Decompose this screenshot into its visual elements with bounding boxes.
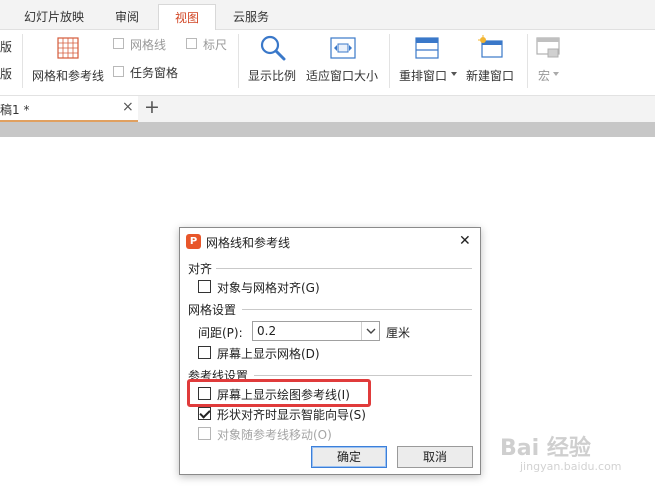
- magnifier-icon: [260, 35, 286, 61]
- ribbon-divider: [389, 34, 390, 88]
- fit-window-label: 适应窗口大小: [306, 69, 379, 83]
- spacing-label: 间距(P):: [198, 326, 243, 340]
- caret-down-icon: [553, 72, 559, 76]
- task-pane-label: 任务窗格: [130, 66, 179, 80]
- caret-down-icon: [451, 72, 457, 76]
- dialog-title: 网格线和参考线: [206, 236, 291, 250]
- gridlines-label: 网格线: [130, 38, 167, 52]
- tab-slideshow[interactable]: 幻灯片放映: [10, 4, 98, 30]
- tab-cloud[interactable]: 云服务: [222, 4, 280, 30]
- menu-tab-bar: 幻灯片放映 审阅 视图 云服务: [0, 0, 655, 30]
- snap-to-grid-label: 对象与网格对齐(G): [217, 281, 320, 295]
- snap-to-grid-checkbox[interactable]: [198, 280, 211, 293]
- watermark-subtext: jingyan.baidu.com: [520, 460, 622, 473]
- smart-guides-checkbox[interactable]: [198, 407, 211, 420]
- document-tab-strip: 稿1 * × +: [0, 96, 655, 122]
- arrange-window-button[interactable]: 重排窗口: [395, 32, 457, 88]
- grid-icon: [57, 37, 79, 59]
- arrange-window-icon: [415, 37, 439, 59]
- spacing-unit: 厘米: [386, 326, 411, 340]
- move-with-guides-checkbox[interactable]: [198, 427, 211, 440]
- ribbon-divider: [238, 34, 239, 88]
- tab-view[interactable]: 视图: [158, 4, 216, 30]
- section-divider: [254, 375, 472, 376]
- macro-button[interactable]: 宏: [531, 32, 565, 88]
- clipped-label-1: 版: [0, 40, 13, 54]
- ribbon-divider: [527, 34, 528, 88]
- grid-guides-button[interactable]: 网格和参考线: [30, 32, 106, 88]
- spacing-value: 0.2: [257, 324, 277, 338]
- document-tab[interactable]: 稿1 * ×: [0, 96, 138, 122]
- close-icon[interactable]: ✕: [459, 233, 471, 249]
- watermark-text: Bai 经验: [500, 436, 591, 461]
- smart-guides-label: 形状对齐时显示智能向导(S): [217, 408, 366, 422]
- task-pane-checkbox[interactable]: [113, 66, 124, 77]
- annotation-highlight-box: [187, 379, 371, 407]
- zoom-label: 显示比例: [248, 69, 297, 83]
- new-window-button[interactable]: 新建窗口: [462, 32, 520, 88]
- section-grid-heading: 网格设置: [188, 303, 237, 317]
- fit-window-icon: [330, 37, 356, 59]
- show-grid-label: 屏幕上显示网格(D): [217, 347, 320, 361]
- show-grid-checkbox[interactable]: [198, 346, 211, 359]
- clipped-label-2: 版: [0, 67, 13, 81]
- section-align-heading: 对齐: [188, 262, 213, 276]
- workspace-top-bar: [0, 122, 655, 137]
- move-with-guides-label: 对象随参考线移动(O): [217, 428, 332, 442]
- macro-icon: [536, 37, 560, 58]
- zoom-button[interactable]: 显示比例: [244, 32, 300, 88]
- close-tab-icon[interactable]: ×: [122, 99, 134, 115]
- spacing-combobox[interactable]: 0.2: [252, 321, 380, 341]
- gridlines-checkbox[interactable]: [113, 38, 124, 49]
- app-logo-icon: P: [186, 234, 201, 249]
- ruler-checkbox[interactable]: [186, 38, 197, 49]
- ok-button[interactable]: 确定: [311, 446, 387, 468]
- ruler-label: 标尺: [203, 38, 228, 52]
- macro-label: 宏: [538, 69, 551, 83]
- dialog-title-bar: P 网格线和参考线 ✕: [180, 228, 480, 256]
- cancel-button[interactable]: 取消: [397, 446, 473, 468]
- chevron-down-icon[interactable]: [361, 322, 379, 340]
- section-divider: [216, 268, 472, 269]
- new-window-icon: [478, 35, 503, 58]
- document-tab-title: 稿1 *: [0, 103, 30, 117]
- grid-guides-label: 网格和参考线: [32, 69, 105, 83]
- tab-review[interactable]: 审阅: [102, 4, 152, 30]
- arrange-window-label: 重排窗口: [399, 69, 448, 83]
- section-divider: [242, 309, 472, 310]
- new-window-label: 新建窗口: [466, 69, 515, 83]
- grid-guides-dialog: P 网格线和参考线 ✕ 对齐 对象与网格对齐(G) 网格设置 间距(P): 0.…: [179, 227, 481, 475]
- add-tab-icon[interactable]: +: [144, 96, 160, 118]
- ribbon-divider: [22, 34, 23, 88]
- fit-window-button[interactable]: 适应窗口大小: [304, 32, 382, 88]
- ribbon-toolbar: 版 版 网格和参考线 网格线 标尺 任务窗格 显示比例 适应窗口大小 重排窗口 …: [0, 30, 655, 96]
